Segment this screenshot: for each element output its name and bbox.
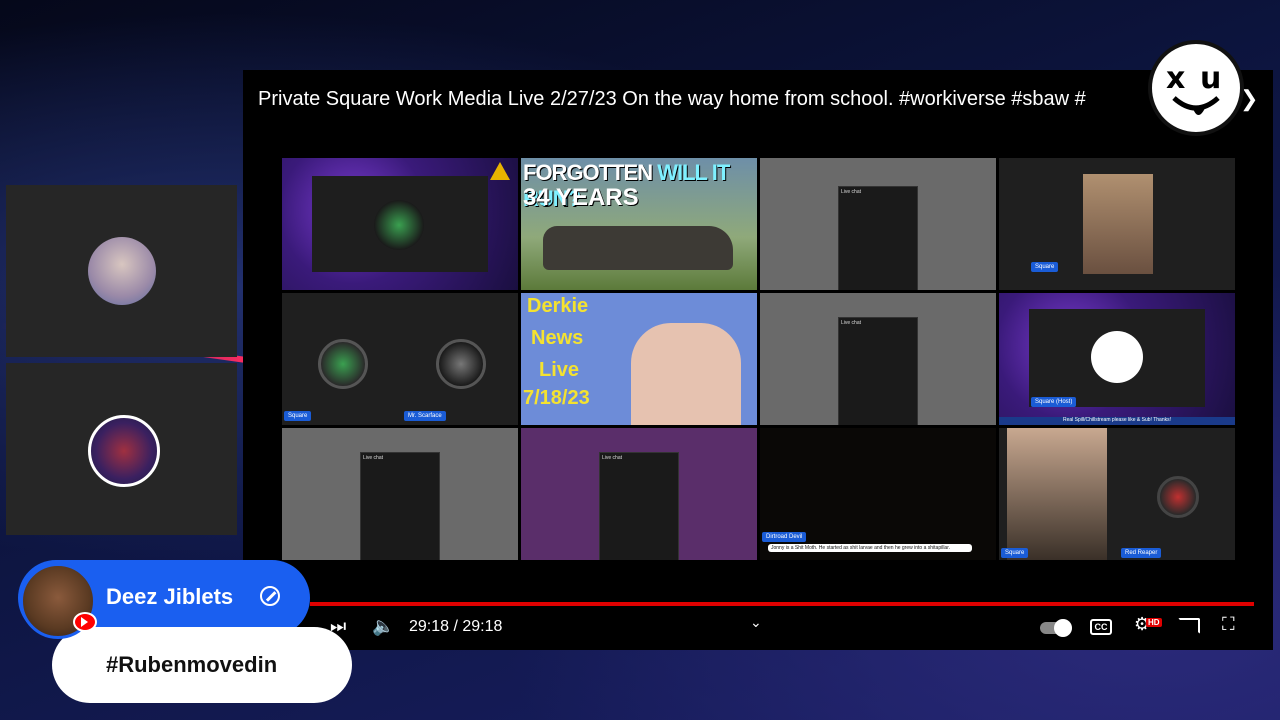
participant-name-tag: Red Reaper xyxy=(1121,548,1162,558)
youtube-icon xyxy=(73,612,97,632)
channel-logo xyxy=(374,200,424,250)
participant-panel-2 xyxy=(6,363,237,535)
host-banner: Real Spill/Chillstream please like & Sub… xyxy=(999,417,1235,425)
chat-message-pill: #Rubenmovedin xyxy=(52,627,352,703)
participant-name-tag: Mr. Scarface xyxy=(404,411,446,421)
live-chat-label: Live chat xyxy=(841,320,862,326)
webcam-feed xyxy=(1083,174,1153,274)
participant-avatar xyxy=(88,237,156,305)
grid-tile-camera-square: Square xyxy=(999,158,1235,290)
grid-tile-chat-view: Live chat xyxy=(760,158,996,290)
thumbnail-text-1: FORGOTTEN xyxy=(523,160,653,185)
derkie-text-1: Derkie xyxy=(527,295,589,317)
grid-tile-two-participants: Square Mr. Scarface xyxy=(282,293,518,425)
person-icon xyxy=(1091,331,1143,383)
cast-icon[interactable] xyxy=(1178,618,1200,634)
participant-avatar xyxy=(436,339,486,389)
grid-tile-chat-view-4: Live chat xyxy=(521,428,757,560)
video-grid: FORGOTTEN WILL IT RUN? 34 YEARS Live cha… xyxy=(282,158,1236,562)
grid-tile-derkie-news: Derkie News Live 7/18/23 xyxy=(521,293,757,425)
grid-tile-chat-view-3: Live chat xyxy=(282,428,518,560)
chevron-down-icon[interactable]: ⌄ xyxy=(750,614,762,631)
live-chat-label: Live chat xyxy=(363,455,384,461)
live-chat-label: Live chat xyxy=(602,455,623,461)
captions-icon[interactable]: CC xyxy=(1090,619,1112,635)
participant-avatar xyxy=(88,415,160,487)
live-chat-panel: Live chat xyxy=(838,317,918,425)
live-chat-panel: Live chat xyxy=(599,452,679,560)
hd-badge: HD xyxy=(1146,618,1162,627)
grid-tile-night-cam: Dirtroad Devil Jonny is a Shit Moth. He … xyxy=(760,428,996,560)
grid-tile-camera-square-2: Square Red Reaper xyxy=(999,428,1235,560)
live-chat-panel: Live chat xyxy=(360,452,440,560)
toggle-knob xyxy=(1054,619,1072,637)
grid-tile-chat-view-2: Live chat xyxy=(760,293,996,425)
chat-message: #Rubenmovedin xyxy=(106,652,278,677)
svg-text:u: u xyxy=(1200,61,1221,96)
participant-avatar xyxy=(318,339,368,389)
webcam-feed xyxy=(1007,428,1107,560)
derkie-text-3: Live xyxy=(539,359,580,381)
participant-name-tag: Dirtroad Devil xyxy=(762,532,807,542)
moderator-icon xyxy=(260,586,280,606)
derkie-text-2: News xyxy=(531,327,584,349)
exit-fullscreen-icon[interactable]: ⛶ xyxy=(1222,614,1235,635)
car-image xyxy=(543,226,733,270)
face-logo-icon: x u xyxy=(1166,61,1221,115)
autoplay-toggle[interactable] xyxy=(1040,619,1072,637)
participant-name-tag: Square xyxy=(1031,262,1059,272)
grid-tile-screen-share xyxy=(282,158,518,290)
progress-bar[interactable] xyxy=(310,602,1254,606)
chat-username: Deez Jiblets xyxy=(106,584,234,609)
channel-avatar[interactable]: x u xyxy=(1148,40,1244,136)
grid-tile-host: Square (Host) Real Spill/Chillstream ple… xyxy=(999,293,1235,425)
svg-text:x: x xyxy=(1166,61,1185,96)
time-display: 29:18 / 29:18 xyxy=(409,618,503,635)
warning-icon xyxy=(490,162,510,180)
host-screen xyxy=(1029,309,1205,407)
participant-name-tag: Square xyxy=(284,411,312,421)
participant-name-tag: Square xyxy=(1001,548,1029,558)
grid-tile-thumbnail-forgotten: FORGOTTEN WILL IT RUN? 34 YEARS xyxy=(521,158,757,290)
caption-text: Jonny is a Shit Moth. He started as shit… xyxy=(768,544,972,552)
participant-panel-1 xyxy=(6,185,237,357)
volume-icon[interactable]: 🔈 xyxy=(372,616,394,637)
live-chat-panel: Live chat xyxy=(838,186,918,290)
derkie-text-4: 7/18/23 xyxy=(523,387,590,409)
participant-avatar xyxy=(1157,476,1199,518)
video-title[interactable]: Private Square Work Media Live 2/27/23 O… xyxy=(258,88,1148,111)
thumbnail-text-3: 34 YEARS xyxy=(523,184,639,211)
cartoon-figure xyxy=(631,323,741,425)
shared-screen xyxy=(312,176,488,272)
live-chat-label: Live chat xyxy=(841,189,862,195)
participant-name-tag: Square (Host) xyxy=(1031,397,1077,407)
